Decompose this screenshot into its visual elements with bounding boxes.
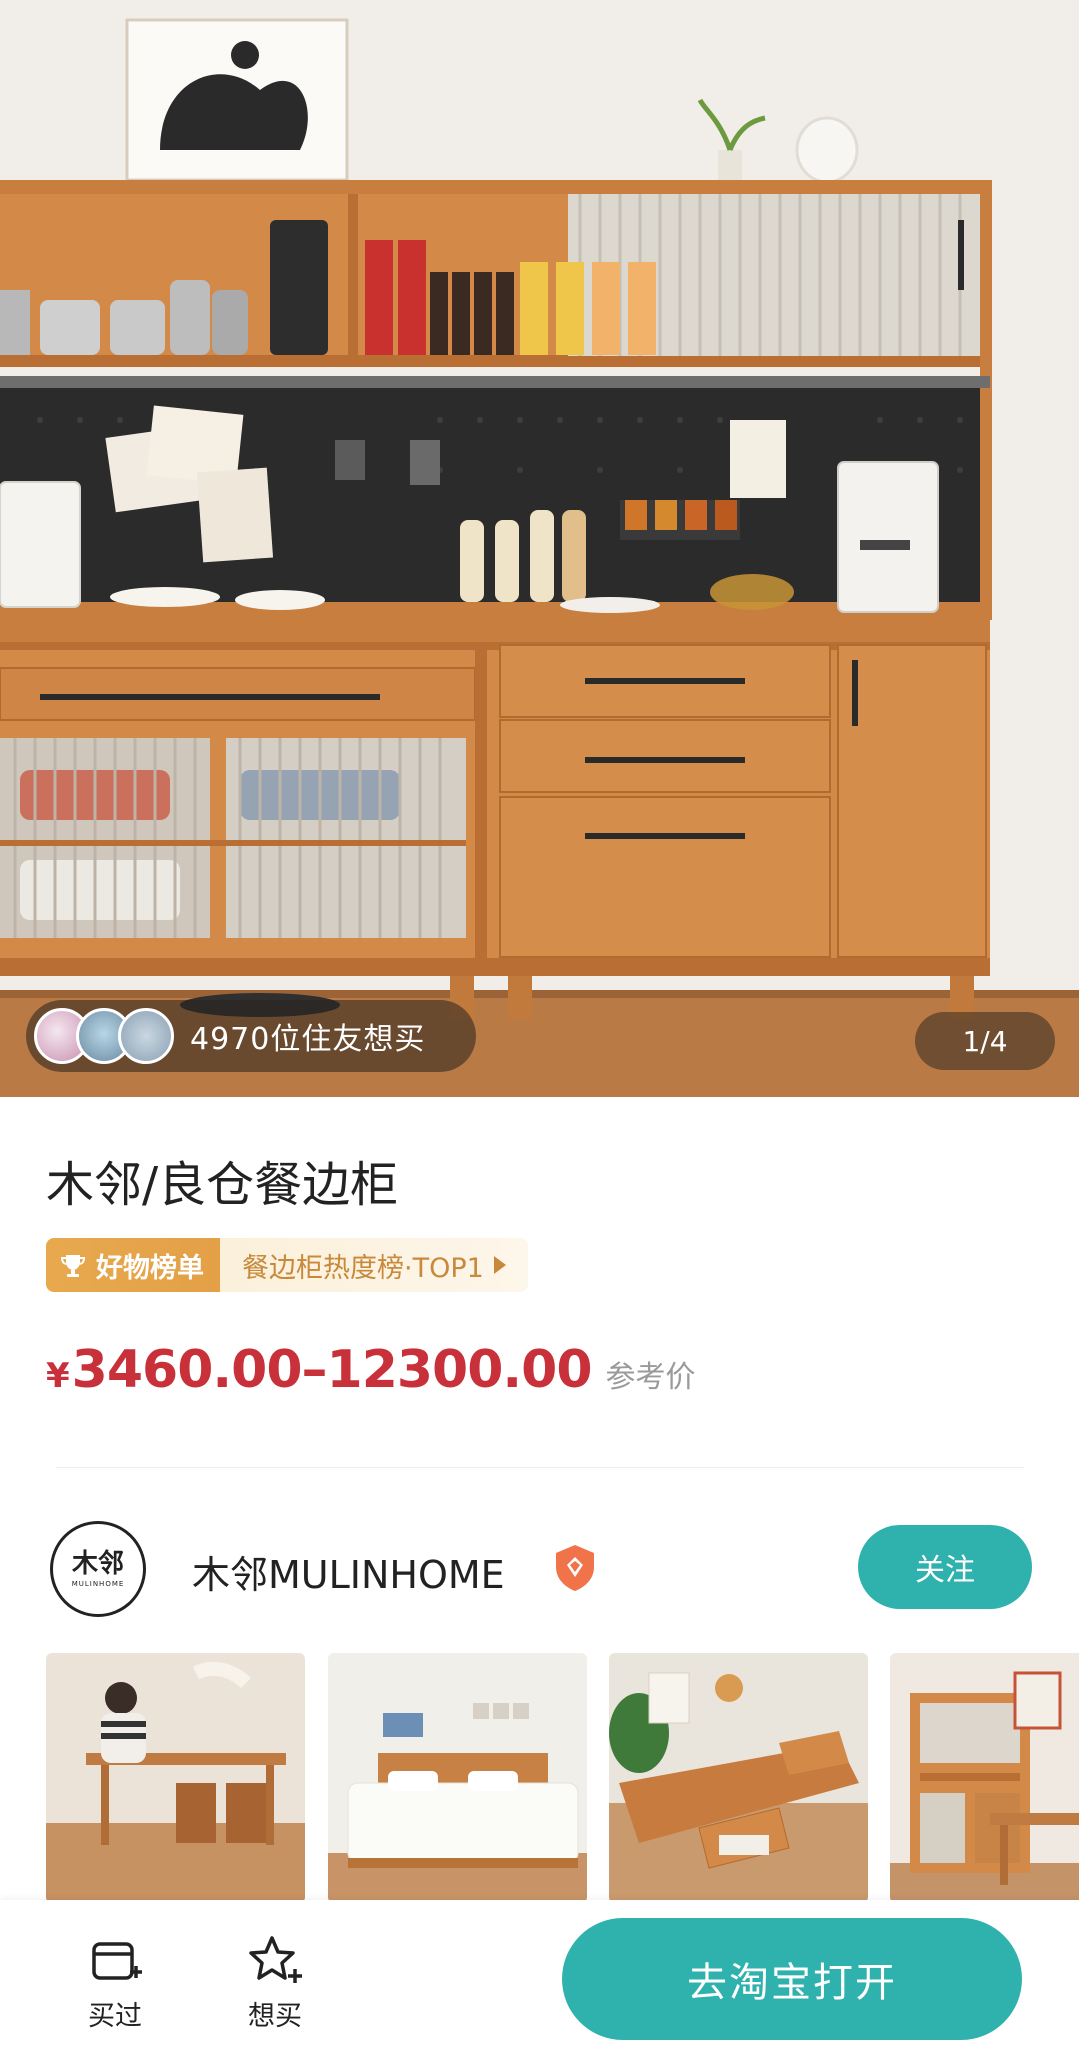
store-logo-text: 木邻	[71, 1549, 124, 1579]
price-row: ¥ 3460.00–12300.00 参考价	[46, 1340, 696, 1400]
thumbnail-image	[609, 1653, 868, 1903]
buyer-avatars	[34, 1008, 174, 1064]
product-title: 木邻/良仓餐边柜	[46, 1157, 399, 1213]
cart-add-icon	[92, 1942, 142, 1980]
ranking-badge-label: 好物榜单	[96, 1252, 204, 1284]
ranking-text: 餐边柜热度榜·TOP1	[242, 1252, 484, 1284]
thumbnail-image	[890, 1653, 1079, 1903]
star-add-icon	[249, 1936, 302, 1983]
carousel-page-indicator: 1/4	[915, 1012, 1055, 1070]
want-count-text: 4970位住友想买	[190, 1022, 426, 1057]
divider	[56, 1467, 1024, 1468]
want-button[interactable]: 想买	[230, 1932, 320, 2033]
bought-button[interactable]: 买过	[70, 1932, 160, 2033]
product-thumbnail-dining-table[interactable]	[46, 1653, 305, 1903]
store-product-thumbnails	[46, 1653, 1079, 1903]
ranking-badge[interactable]: 好物榜单 餐边柜热度榜·TOP1	[46, 1238, 528, 1292]
store-logo-subtext: MULINHOME	[71, 1580, 125, 1588]
product-thumbnail-bed[interactable]	[328, 1653, 587, 1903]
store-logo[interactable]: 木邻 MULINHOME	[50, 1521, 146, 1617]
price-range: 3460.00–12300.00	[71, 1340, 593, 1400]
open-in-taobao-button[interactable]: 去淘宝打开	[562, 1918, 1022, 2040]
verified-shield-icon	[556, 1545, 594, 1591]
avatar	[118, 1008, 174, 1064]
thumbnail-image	[46, 1653, 305, 1903]
bottom-action-bar: 买过 想买 去淘宝打开	[0, 1900, 1079, 2055]
want-count-pill[interactable]: 4970位住友想买	[26, 1000, 476, 1072]
currency-symbol: ¥	[46, 1356, 70, 1396]
trophy-icon	[60, 1255, 86, 1277]
want-label: 想买	[248, 2001, 302, 2032]
follow-button[interactable]: 关注	[858, 1525, 1032, 1609]
product-photo	[0, 0, 1079, 1097]
store-name[interactable]: 木邻MULINHOME	[192, 1544, 505, 1599]
reference-price-label: 参考价	[605, 1360, 696, 1395]
thumbnail-image	[328, 1653, 587, 1903]
ranking-detail[interactable]: 餐边柜热度榜·TOP1	[220, 1238, 528, 1292]
ranking-badge-label-wrap: 好物榜单	[46, 1238, 220, 1292]
product-image-carousel[interactable]: 4970位住友想买 1/4	[0, 0, 1079, 1097]
bought-label: 买过	[88, 2001, 142, 2032]
play-arrow-icon	[493, 1256, 506, 1274]
product-thumbnail-tv-cabinet[interactable]	[609, 1653, 868, 1903]
product-thumbnail-sideboard[interactable]	[890, 1653, 1079, 1903]
